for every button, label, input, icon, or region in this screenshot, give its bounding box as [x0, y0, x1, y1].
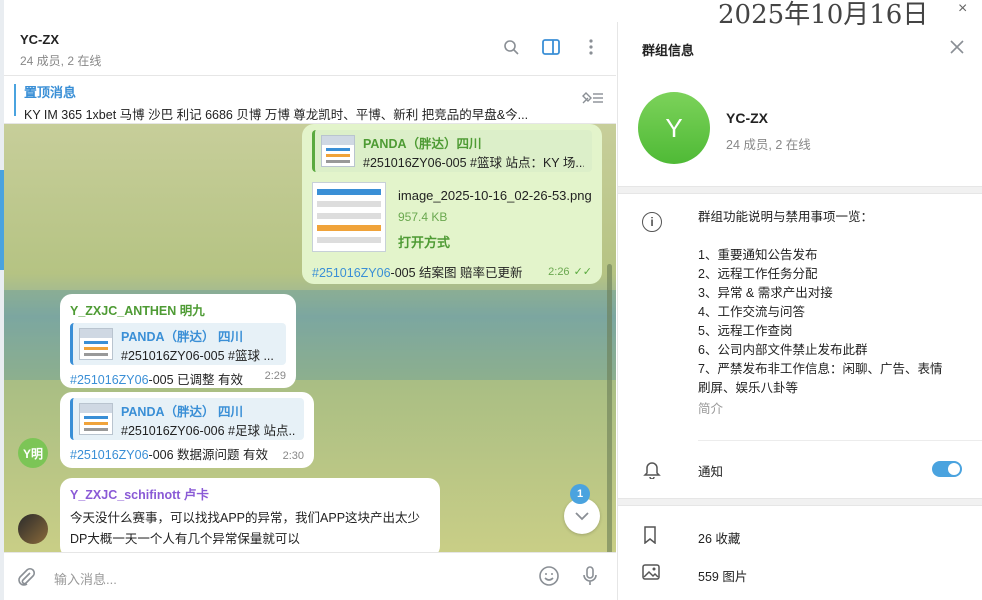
close-icon[interactable] [950, 38, 964, 59]
open-with-link[interactable]: 打开方式 [398, 232, 450, 251]
file-name: image_2025-10-16_02-26-53.png [398, 188, 592, 203]
description-line: 3、异常 & 需求产出对接 [698, 286, 833, 300]
composer: 输入消息... [4, 552, 616, 600]
media-row-images[interactable]: 559 图片 [618, 554, 982, 592]
unread-badge: 1 [570, 484, 590, 504]
message-line: 今天没什么赛事，可以找找APP的异常，我们APP这块产出太少 [70, 511, 421, 525]
message-bubble-incoming[interactable]: Y_ZXJC_ANTHEN 明九 PANDA（胖达） 四川 #251016ZY0… [60, 294, 296, 388]
unpin-icon[interactable] [580, 90, 604, 111]
group-info-panel: 群组信息 Y YC-ZX 24 成员, 2 在线 i 群组功能说明与禁用事项一览… [617, 22, 982, 600]
images-label: 559 图片 [698, 570, 748, 584]
reply-text: #251016ZY06-005 #篮球 ... [121, 349, 274, 363]
message-time: 2:26 ✓✓ [548, 265, 592, 278]
notifications-row[interactable]: 通知 [643, 440, 982, 498]
notifications-toggle[interactable] [932, 461, 962, 477]
media-row-bookmarks[interactable]: 26 收藏 [618, 516, 982, 554]
group-profile: Y YC-ZX 24 成员, 2 在线 [618, 74, 982, 186]
description-line: 7、严禁发布非工作信息：闲聊、广告、表情 [698, 362, 943, 376]
description-line: 2、远程工作任务分配 [698, 267, 818, 281]
description-line: 1、重要通知公告发布 [698, 248, 818, 262]
message-input[interactable]: 输入消息... [54, 569, 117, 588]
bookmarks-label: 26 收藏 [698, 532, 741, 546]
chat-header: YC-ZX 24 成员, 2 在线 [4, 22, 616, 76]
section-divider [618, 186, 982, 194]
avatar[interactable]: Y明 [18, 438, 48, 468]
avatar-photo[interactable] [18, 514, 48, 544]
group-subtitle: 24 成员, 2 在线 [726, 138, 811, 152]
read-check-icon: ✓✓ [573, 266, 592, 278]
file-thumbnail[interactable] [312, 182, 386, 252]
hashtag-link[interactable]: #251016ZY06 [70, 373, 149, 387]
bookmark-icon [642, 526, 658, 547]
message-time: 2:29 [264, 370, 286, 382]
description-line: 5、远程工作查岗 [698, 324, 793, 338]
description-line: 刷屏、娱乐八卦等 [698, 381, 799, 395]
reply-preview[interactable]: PANDA（胖达） 四川 #251016ZY06-006 #足球 站点... [70, 398, 304, 440]
file-size: 957.4 KB [398, 210, 448, 224]
emoji-icon[interactable] [538, 565, 560, 590]
bell-icon [642, 459, 662, 482]
description-text: 群组功能说明与禁用事项一览： 1、重要通知公告发布 2、远程工作任务分配 3、异常 … [698, 208, 958, 398]
description-label: 简介 [698, 402, 724, 416]
message-list[interactable]: PANDA（胖达）四川 #251016ZY06-005 #篮球 站点：KY 场.… [4, 124, 616, 552]
group-description: i 群组功能说明与禁用事项一览： 1、重要通知公告发布 2、远程工作任务分配 3、异… [618, 194, 982, 440]
reply-sender: PANDA（胖达） 四川 [121, 330, 243, 344]
sender-name[interactable]: Y_ZXJC_schifinott 卢卡 [70, 484, 430, 503]
image-icon [642, 564, 660, 583]
message-body: -005 已调整 有效 [148, 373, 244, 387]
pinned-message[interactable]: 置顶消息 KY IM 365 1xbet 马博 沙巴 利记 6686 贝博 万博… [4, 76, 616, 124]
group-name: YC-ZX [726, 110, 768, 126]
info-icon: i [642, 212, 662, 232]
time-text: 2:26 [548, 266, 570, 278]
reply-thumbnail [79, 328, 113, 360]
pinned-text: KY IM 365 1xbet 马博 沙巴 利记 6686 贝博 万博 尊龙凯时… [24, 108, 529, 122]
overlay-close-icon[interactable]: × [958, 0, 967, 18]
pinned-title: 置顶消息 [24, 85, 77, 100]
section-divider [618, 498, 982, 506]
message-bubble-incoming[interactable]: PANDA（胖达） 四川 #251016ZY06-006 #足球 站点... #… [60, 392, 314, 468]
message-bubble-outgoing[interactable]: PANDA（胖达）四川 #251016ZY06-005 #篮球 站点：KY 场.… [302, 124, 602, 284]
scrollbar[interactable] [607, 264, 612, 552]
message-time: 2:30 [282, 450, 304, 462]
info-title: 群组信息 [642, 43, 695, 58]
description-line [698, 227, 958, 246]
description-line: 群组功能说明与禁用事项一览： [698, 210, 874, 224]
sidebar-toggle-icon[interactable] [542, 38, 560, 56]
hashtag-link[interactable]: #251016ZY06 [312, 266, 391, 280]
reply-sender: PANDA（胖达） 四川 [121, 405, 243, 419]
reply-preview[interactable]: PANDA（胖达）四川 #251016ZY06-005 #篮球 站点：KY 场.… [312, 130, 592, 172]
notifications-label: 通知 [698, 465, 724, 479]
microphone-icon[interactable] [582, 565, 598, 590]
reply-sender: PANDA（胖达）四川 [363, 137, 482, 151]
description-line: 4、工作交流与问答 [698, 305, 805, 319]
date-overlay: 2025年10月16日 [718, 0, 929, 30]
hashtag-link[interactable]: #251016ZY06 [70, 448, 149, 462]
description-line: 6、公司内部文件禁止发布此群 [698, 343, 868, 357]
attach-icon[interactable] [16, 567, 36, 590]
reply-thumbnail [321, 135, 355, 167]
search-icon[interactable] [502, 38, 520, 56]
reply-preview[interactable]: PANDA（胖达） 四川 #251016ZY06-005 #篮球 ... [70, 323, 286, 365]
more-icon[interactable] [582, 38, 600, 56]
reply-text: #251016ZY06-005 #篮球 站点：KY 场... [363, 156, 584, 170]
message-line: DP大概一天一个人有几个异常保量就可以 [70, 532, 300, 546]
message-body: -005 结案图 赔率已更新 [390, 266, 523, 280]
message-text: #251016ZY06-006 数据源问题 有效 [70, 444, 304, 463]
message-body: -006 数据源问题 有效 [148, 448, 269, 462]
message-text: #251016ZY06-005 已调整 有效 [70, 369, 286, 388]
file-attachment[interactable]: image_2025-10-16_02-26-53.png 957.4 KB 打… [312, 178, 592, 258]
message-bubble-incoming[interactable]: Y_ZXJC_schifinott 卢卡 今天没什么赛事，可以找找APP的异常，… [60, 478, 440, 552]
sender-name[interactable]: Y_ZXJC_ANTHEN 明九 [70, 300, 286, 319]
reply-text: #251016ZY06-006 #足球 站点... [121, 424, 296, 438]
group-avatar[interactable]: Y [638, 92, 710, 164]
reply-thumbnail [79, 403, 113, 435]
chat-panel: YC-ZX 24 成员, 2 在线 置顶消息 KY IM 365 1xbet 马… [4, 22, 616, 600]
